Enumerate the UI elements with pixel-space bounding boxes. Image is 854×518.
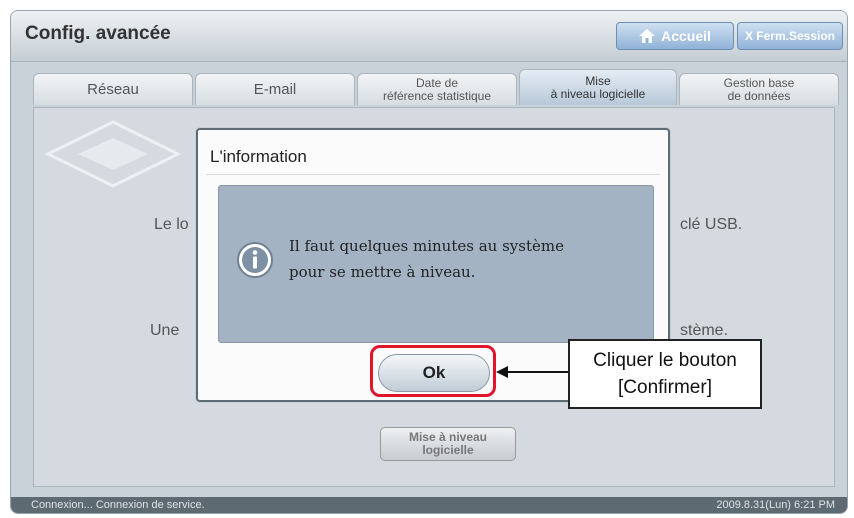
tab-email[interactable]: E-mail [195,73,355,105]
info-icon [237,242,273,278]
tab-label: Mise à niveau logicielle [550,73,646,101]
home-icon [639,29,656,43]
info-line-2-right: stème. [680,322,729,339]
tab-mise-a-niveau[interactable]: Mise à niveau logicielle [519,69,677,105]
info-line-2-left: Une [150,322,180,339]
connection-status: Connexion... Connexion de service. [31,499,205,511]
tab-label: Gestion base de données [723,75,795,103]
tab-gestion-base[interactable]: Gestion base de données [679,73,839,105]
info-line-1-left: Le lo [154,216,189,233]
dialog-message: Il faut quelques minutes au système pour … [289,237,564,281]
callout-line-1: Cliquer le bouton [593,350,737,371]
tab-label: E-mail [253,81,297,98]
tab-date-reference[interactable]: Date de référence statistique [357,73,517,105]
callout-line-2: [Confirmer] [618,377,712,398]
home-label: Accueil [661,28,711,44]
logout-button[interactable]: X Ferm.Session [737,22,843,50]
software-update-button[interactable]: Mise à niveau logicielle [380,427,516,461]
page-title: Config. avancée [25,23,171,44]
date-time: 2009.8.31(Lun) 6:21 PM [716,499,835,511]
tab-label: Réseau [87,81,139,98]
status-bar: Connexion... Connexion de service. 2009.… [11,497,847,513]
tab-reseau[interactable]: Réseau [33,73,193,105]
dialog-title: L'information [210,147,307,166]
home-button[interactable]: Accueil [616,22,734,50]
tab-label: Date de référence statistique [382,75,492,103]
title-bar: Config. avancée Accueil X Ferm.Session [11,11,847,62]
cassette-unit-icon [44,120,182,188]
info-line-1-right: clé USB. [680,216,743,233]
highlight-ring [370,345,496,397]
instruction-callout: Cliquer le bouton [Confirmer] [568,339,762,409]
pointer-arrow [496,366,568,378]
dialog-message-panel: Il faut quelques minutes au système pour … [218,185,654,343]
dialog-divider [206,174,660,175]
tab-bar: Réseau E-mail Date de référence statistiq… [33,69,839,107]
